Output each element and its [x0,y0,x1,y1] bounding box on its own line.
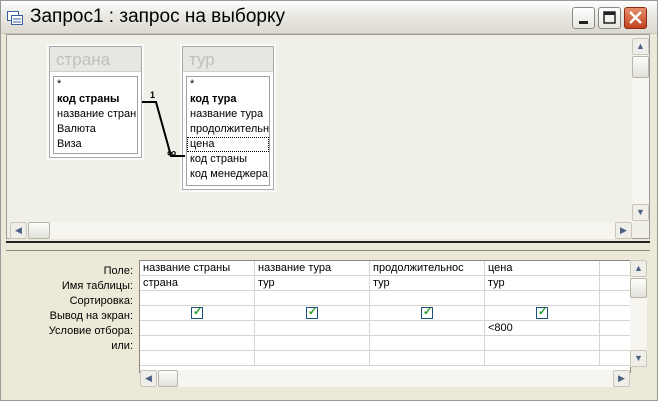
grid-show-cell[interactable] [140,306,255,321]
scroll-up-button[interactable]: ▲ [632,38,649,55]
relationship-line[interactable]: 1 ∞ [141,90,186,160]
scroll-left-button[interactable]: ◀ [10,222,27,239]
scroll-thumb[interactable] [630,278,647,298]
field-item[interactable]: * [54,77,137,92]
close-icon [629,11,642,24]
scroll-thumb[interactable] [632,56,649,78]
table-tur[interactable]: тур * код тура название тура продолжител… [182,46,274,190]
field-item[interactable]: код страны [54,92,137,107]
field-item[interactable]: Валюта [54,122,137,137]
grid-empty-cell[interactable] [600,261,630,276]
table-pane[interactable]: страна * код страны название страны Валю… [6,34,650,239]
show-checkbox[interactable] [421,306,433,319]
grid-criteria-cell[interactable]: <800 [485,321,600,336]
field-item[interactable]: название страны [54,107,137,122]
grid-sort-cell[interactable] [140,291,255,306]
field-item[interactable]: Виза [54,137,137,152]
scroll-down-button[interactable]: ▼ [630,350,647,367]
window-title: Запрос1 : запрос на выборку [30,6,285,27]
grid-table-cell[interactable]: тур [485,276,600,291]
field-list: * код страны название страны Валюта Виза [53,76,138,154]
maximize-button[interactable] [598,7,621,29]
field-item[interactable]: * [187,77,269,92]
row-label-sort: Сортировка: [69,295,133,307]
field-item[interactable]: код менеджера [187,167,269,182]
row-label-field: Поле: [103,265,133,277]
title-bar[interactable]: Запрос1 : запрос на выборку [1,1,657,34]
grid-empty-cell[interactable] [485,351,600,366]
maximize-icon [603,11,616,24]
scroll-right-button[interactable]: ▶ [615,222,632,239]
grid-empty-cell[interactable] [600,276,630,291]
grid-criteria-cell[interactable] [255,321,370,336]
row-label-criteria: Условие отбора: [48,325,133,337]
grid-empty-cell[interactable] [600,351,630,366]
grid-field-cell[interactable]: цена [485,261,600,276]
show-checkbox[interactable] [191,306,203,319]
grid-empty-cell[interactable] [600,306,630,321]
grid-empty-cell[interactable] [140,351,255,366]
table-pane-vscroll[interactable]: ▲ ▼ [632,38,649,221]
show-checkbox[interactable] [306,306,318,319]
grid-show-cell[interactable] [485,306,600,321]
pane-splitter[interactable] [6,241,650,251]
grid-sort-cell[interactable] [370,291,485,306]
minimize-button[interactable] [572,7,595,29]
query-icon [7,11,23,25]
field-list: * код тура название тура продолжительно … [186,76,270,186]
scroll-thumb[interactable] [158,370,178,387]
grid-or-cell[interactable] [255,336,370,351]
grid-empty-cell[interactable] [600,291,630,306]
grid-field-cell[interactable]: название тура [255,261,370,276]
grid-criteria-cell[interactable] [140,321,255,336]
minimize-icon [579,21,588,24]
field-item[interactable]: название тура [187,107,269,122]
field-item[interactable]: код страны [187,152,269,167]
grid-hscroll[interactable]: ◀ ▶ [140,370,630,387]
table-title: страна [50,47,141,72]
grid-show-cell[interactable] [255,306,370,321]
design-grid[interactable]: название страны страна название тура тур… [139,260,631,373]
grid-or-cell[interactable] [370,336,485,351]
scroll-thumb[interactable] [28,222,50,239]
table-pane-hscroll[interactable]: ◀ ▶ [10,222,632,239]
field-item[interactable]: цена [187,137,269,152]
row-label-show: Вывод на экран: [49,310,133,322]
grid-empty-cell[interactable] [600,321,630,336]
grid-empty-cell[interactable] [370,351,485,366]
close-button[interactable] [624,7,647,29]
grid-field-cell[interactable]: название страны [140,261,255,276]
design-grid-pane: Поле: Имя таблицы: Сортировка: Вывод на … [6,255,650,391]
table-title: тур [183,47,273,72]
scroll-right-button[interactable]: ▶ [613,370,630,387]
scroll-up-button[interactable]: ▲ [630,260,647,277]
grid-show-cell[interactable] [370,306,485,321]
grid-table-cell[interactable]: тур [370,276,485,291]
field-item[interactable]: продолжительно [187,122,269,137]
row-label-or: или: [111,340,133,352]
grid-or-cell[interactable] [485,336,600,351]
scroll-left-button[interactable]: ◀ [140,370,157,387]
grid-empty-cell[interactable] [600,336,630,351]
grid-criteria-cell[interactable] [370,321,485,336]
scroll-down-button[interactable]: ▼ [632,204,649,221]
grid-empty-cell[interactable] [255,351,370,366]
grid-sort-cell[interactable] [485,291,600,306]
show-checkbox[interactable] [536,306,548,319]
many-side-label: ∞ [167,145,176,160]
grid-vscroll[interactable]: ▲ ▼ [630,260,647,367]
grid-table-cell[interactable]: тур [255,276,370,291]
grid-sort-cell[interactable] [255,291,370,306]
one-side-label: 1 [150,90,155,100]
table-strana[interactable]: страна * код страны название страны Валю… [49,46,142,158]
row-label-table: Имя таблицы: [61,280,133,292]
query-window: Запрос1 : запрос на выборку страна * код… [0,0,658,401]
grid-table-cell[interactable]: страна [140,276,255,291]
field-item[interactable]: код тура [187,92,269,107]
grid-or-cell[interactable] [140,336,255,351]
grid-field-cell[interactable]: продолжительнос [370,261,485,276]
